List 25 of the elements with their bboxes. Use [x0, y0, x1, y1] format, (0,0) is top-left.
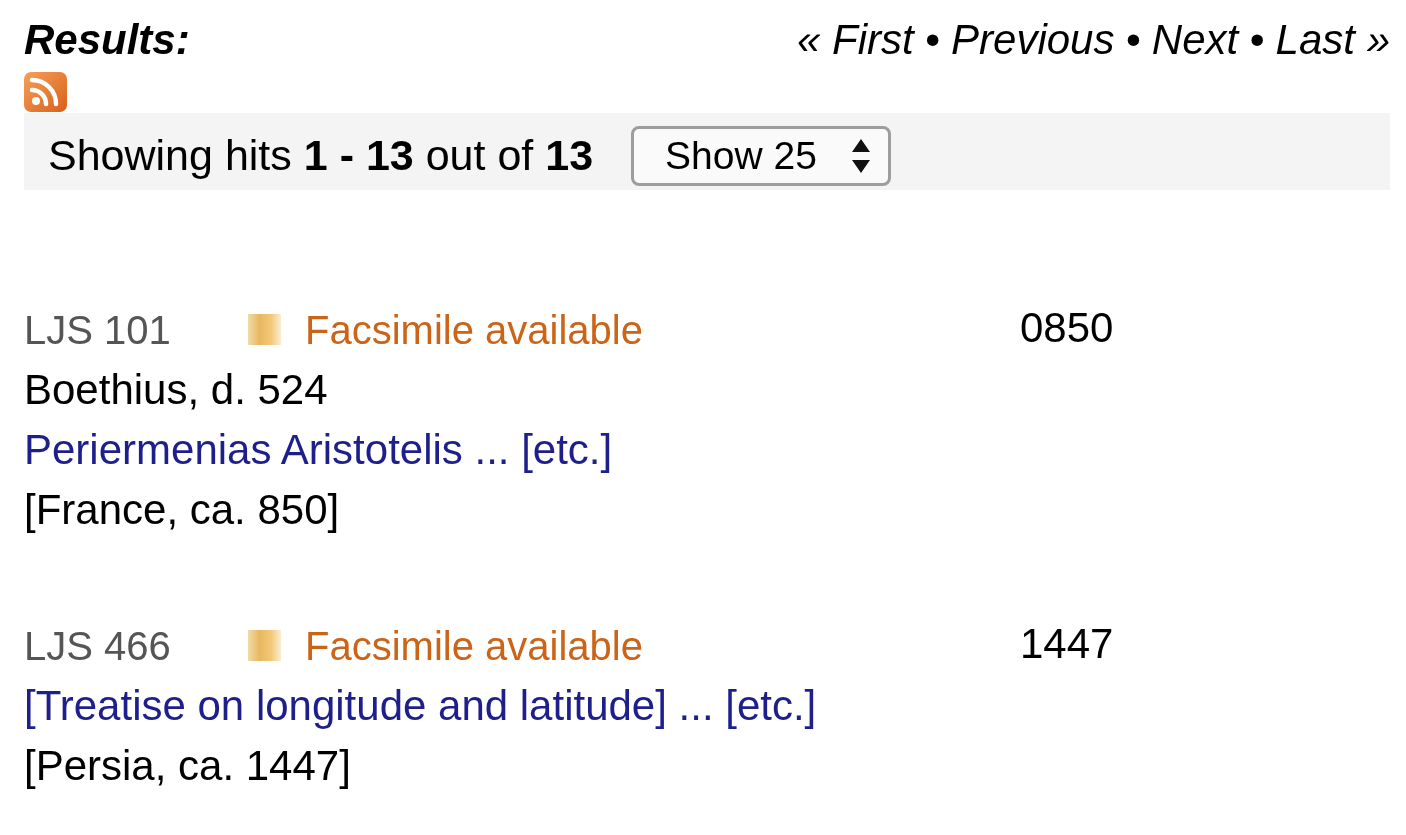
bullet-separator: •	[1249, 16, 1265, 64]
title-link[interactable]: Periermenias Aristotelis ... [etc.]	[24, 420, 613, 480]
date-text: 0850	[1020, 303, 1114, 353]
bullet-separator: •	[1125, 16, 1141, 64]
facsimile-link[interactable]: Facsimile available	[305, 616, 643, 676]
shelfmark-text: LJS 101	[24, 307, 171, 354]
page-thumbnail-icon	[248, 629, 281, 661]
origin-text: [France, ca. 850]	[24, 485, 340, 535]
bullet-separator: •	[925, 16, 940, 64]
title-link[interactable]: [Treatise on longitude and latitude] ... [etc.]	[24, 676, 817, 736]
shelfmark-text: LJS 466	[24, 623, 171, 670]
rss-feed-icon[interactable]	[24, 72, 67, 112]
results-heading: Results:	[24, 16, 190, 64]
pagination-label: « First	[797, 16, 914, 64]
date-text: 1447	[1020, 619, 1114, 669]
facsimile-link[interactable]: Facsimile available	[305, 300, 643, 360]
author-text: Boethius, d. 524	[24, 365, 328, 415]
pagination-label: Previous	[951, 16, 1115, 64]
up-down-arrows-icon	[852, 138, 871, 173]
hits-summary: Showing hits 1 - 13 out of 13	[48, 131, 594, 180]
origin-text: [Persia, ca. 1447]	[24, 741, 351, 791]
pagination-label: Next	[1151, 16, 1239, 64]
page-size-select[interactable]: Show 25	[631, 125, 892, 186]
page-thumbnail-icon	[248, 313, 281, 345]
pagination-label: Last »	[1275, 16, 1390, 64]
